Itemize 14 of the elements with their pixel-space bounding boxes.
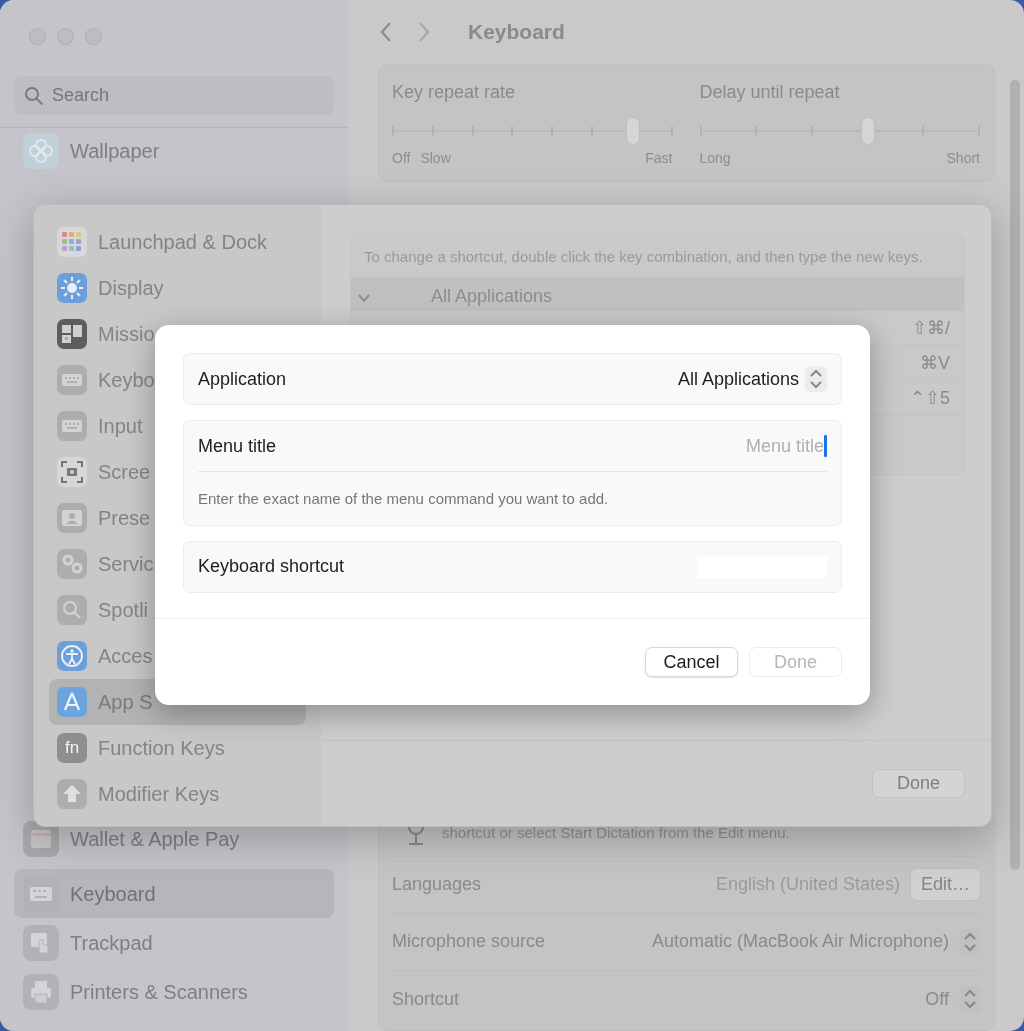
help-text: Enter the exact name of the menu command you want to add. bbox=[198, 471, 827, 525]
window-title: Keyboard bbox=[468, 19, 565, 46]
setting-label: Microphone source bbox=[392, 930, 546, 954]
field-label: Menu title bbox=[198, 434, 277, 458]
field-label: Keyboard shortcut bbox=[198, 555, 345, 578]
shortcut-keys: ⌘V bbox=[920, 349, 950, 377]
setting-label: Languages bbox=[392, 873, 482, 897]
shortcut-keys: ⌃⇧5 bbox=[910, 384, 950, 412]
fn-key-icon: fn bbox=[57, 733, 87, 763]
shortcut-keys: ⇧⌘/ bbox=[912, 314, 950, 342]
field-label: Application bbox=[198, 367, 287, 391]
setting-label: Shortcut bbox=[392, 987, 460, 1011]
slider-label: Delay until repeat bbox=[699, 80, 841, 104]
slider-label: Key repeat rate bbox=[392, 80, 517, 104]
